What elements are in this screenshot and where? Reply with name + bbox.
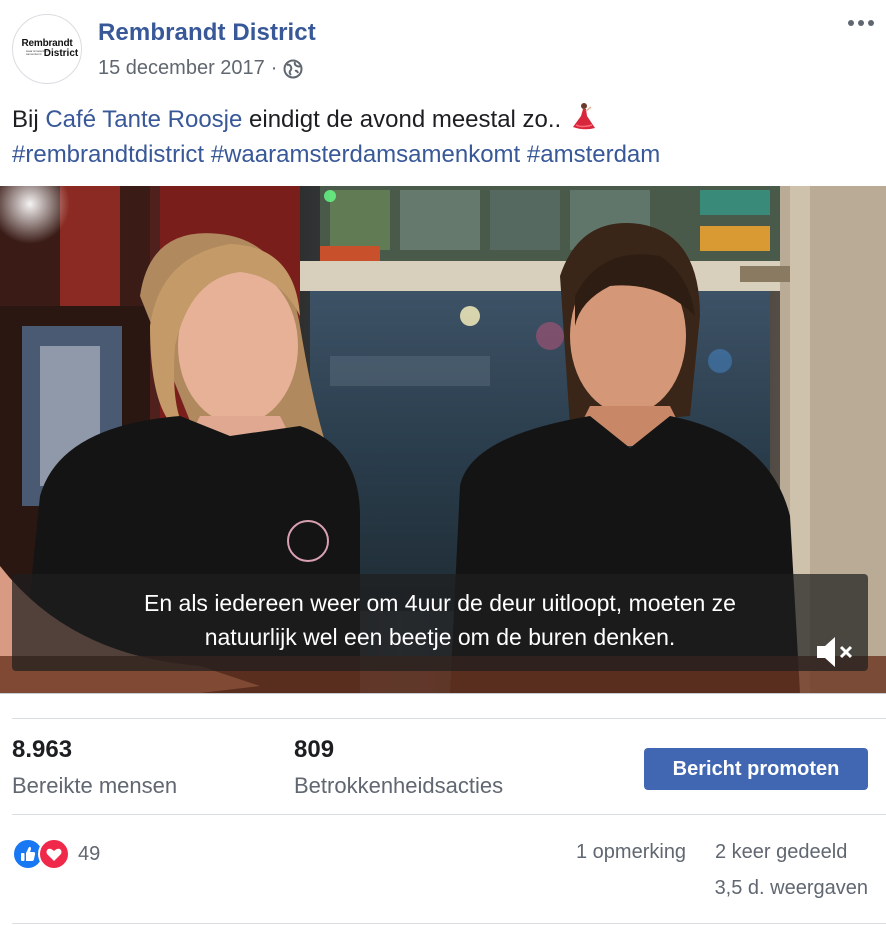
post-text-prefix: Bij (12, 106, 46, 133)
divider (12, 814, 886, 815)
post-card: Rembrandt waar Amsterdam samenkomt Distr… (0, 0, 886, 926)
flamenco-dancer-icon (572, 103, 595, 130)
reach-value: 8.963 (12, 736, 73, 763)
muted-speaker-icon[interactable] (815, 634, 855, 670)
engagement-value: 809 (294, 736, 335, 763)
love-icon (38, 838, 70, 870)
meta-separator: · (270, 57, 278, 79)
globe-icon[interactable] (283, 59, 303, 79)
video-subtitle: En als iedereen weer om 4uur de deur uit… (12, 586, 868, 654)
post-date[interactable]: 15 december 2017 (98, 57, 265, 80)
reaction-count: 49 (78, 842, 101, 865)
reaction-summary[interactable]: 49 (12, 838, 100, 870)
post-meta: 15 december 2017 · (98, 57, 303, 80)
promote-post-button[interactable]: Bericht promoten (644, 748, 868, 790)
hashtag-link[interactable]: #rembrandtdistrict (12, 141, 204, 168)
divider (12, 923, 886, 924)
engagement-label: Betrokkenheidsacties (294, 773, 504, 798)
reach-label: Bereikte mensen (12, 773, 178, 798)
comments-count-link[interactable]: 1 opmerking (576, 841, 686, 864)
hashtag-link[interactable]: #waaramsterdamsamenkomt (211, 141, 520, 168)
post-text-suffix: eindigt de avond meestal zo.. (242, 106, 568, 133)
divider (0, 693, 886, 694)
page-name-link[interactable]: Rembrandt District (98, 19, 316, 47)
shares-count-link[interactable]: 2 keer gedeeld (715, 841, 847, 864)
post-message: Bij Café Tante Roosje eindigt de avond m… (12, 101, 872, 172)
more-options-icon[interactable] (848, 20, 874, 26)
subtitle-line: natuurlijk wel een beetje om de buren de… (204, 624, 676, 650)
hashtag-link[interactable]: #amsterdam (527, 141, 660, 168)
video-player[interactable]: En als iedereen weer om 4uur de deur uit… (0, 186, 886, 693)
divider (12, 718, 886, 719)
cafe-link[interactable]: Café Tante Roosje (45, 106, 242, 133)
views-count: 3,5 d. weergaven (714, 877, 868, 899)
avatar-logo-line2: District (43, 48, 79, 59)
subtitle-line: En als iedereen weer om 4uur de deur uit… (144, 590, 736, 616)
page-avatar[interactable]: Rembrandt waar Amsterdam samenkomt Distr… (12, 14, 82, 84)
